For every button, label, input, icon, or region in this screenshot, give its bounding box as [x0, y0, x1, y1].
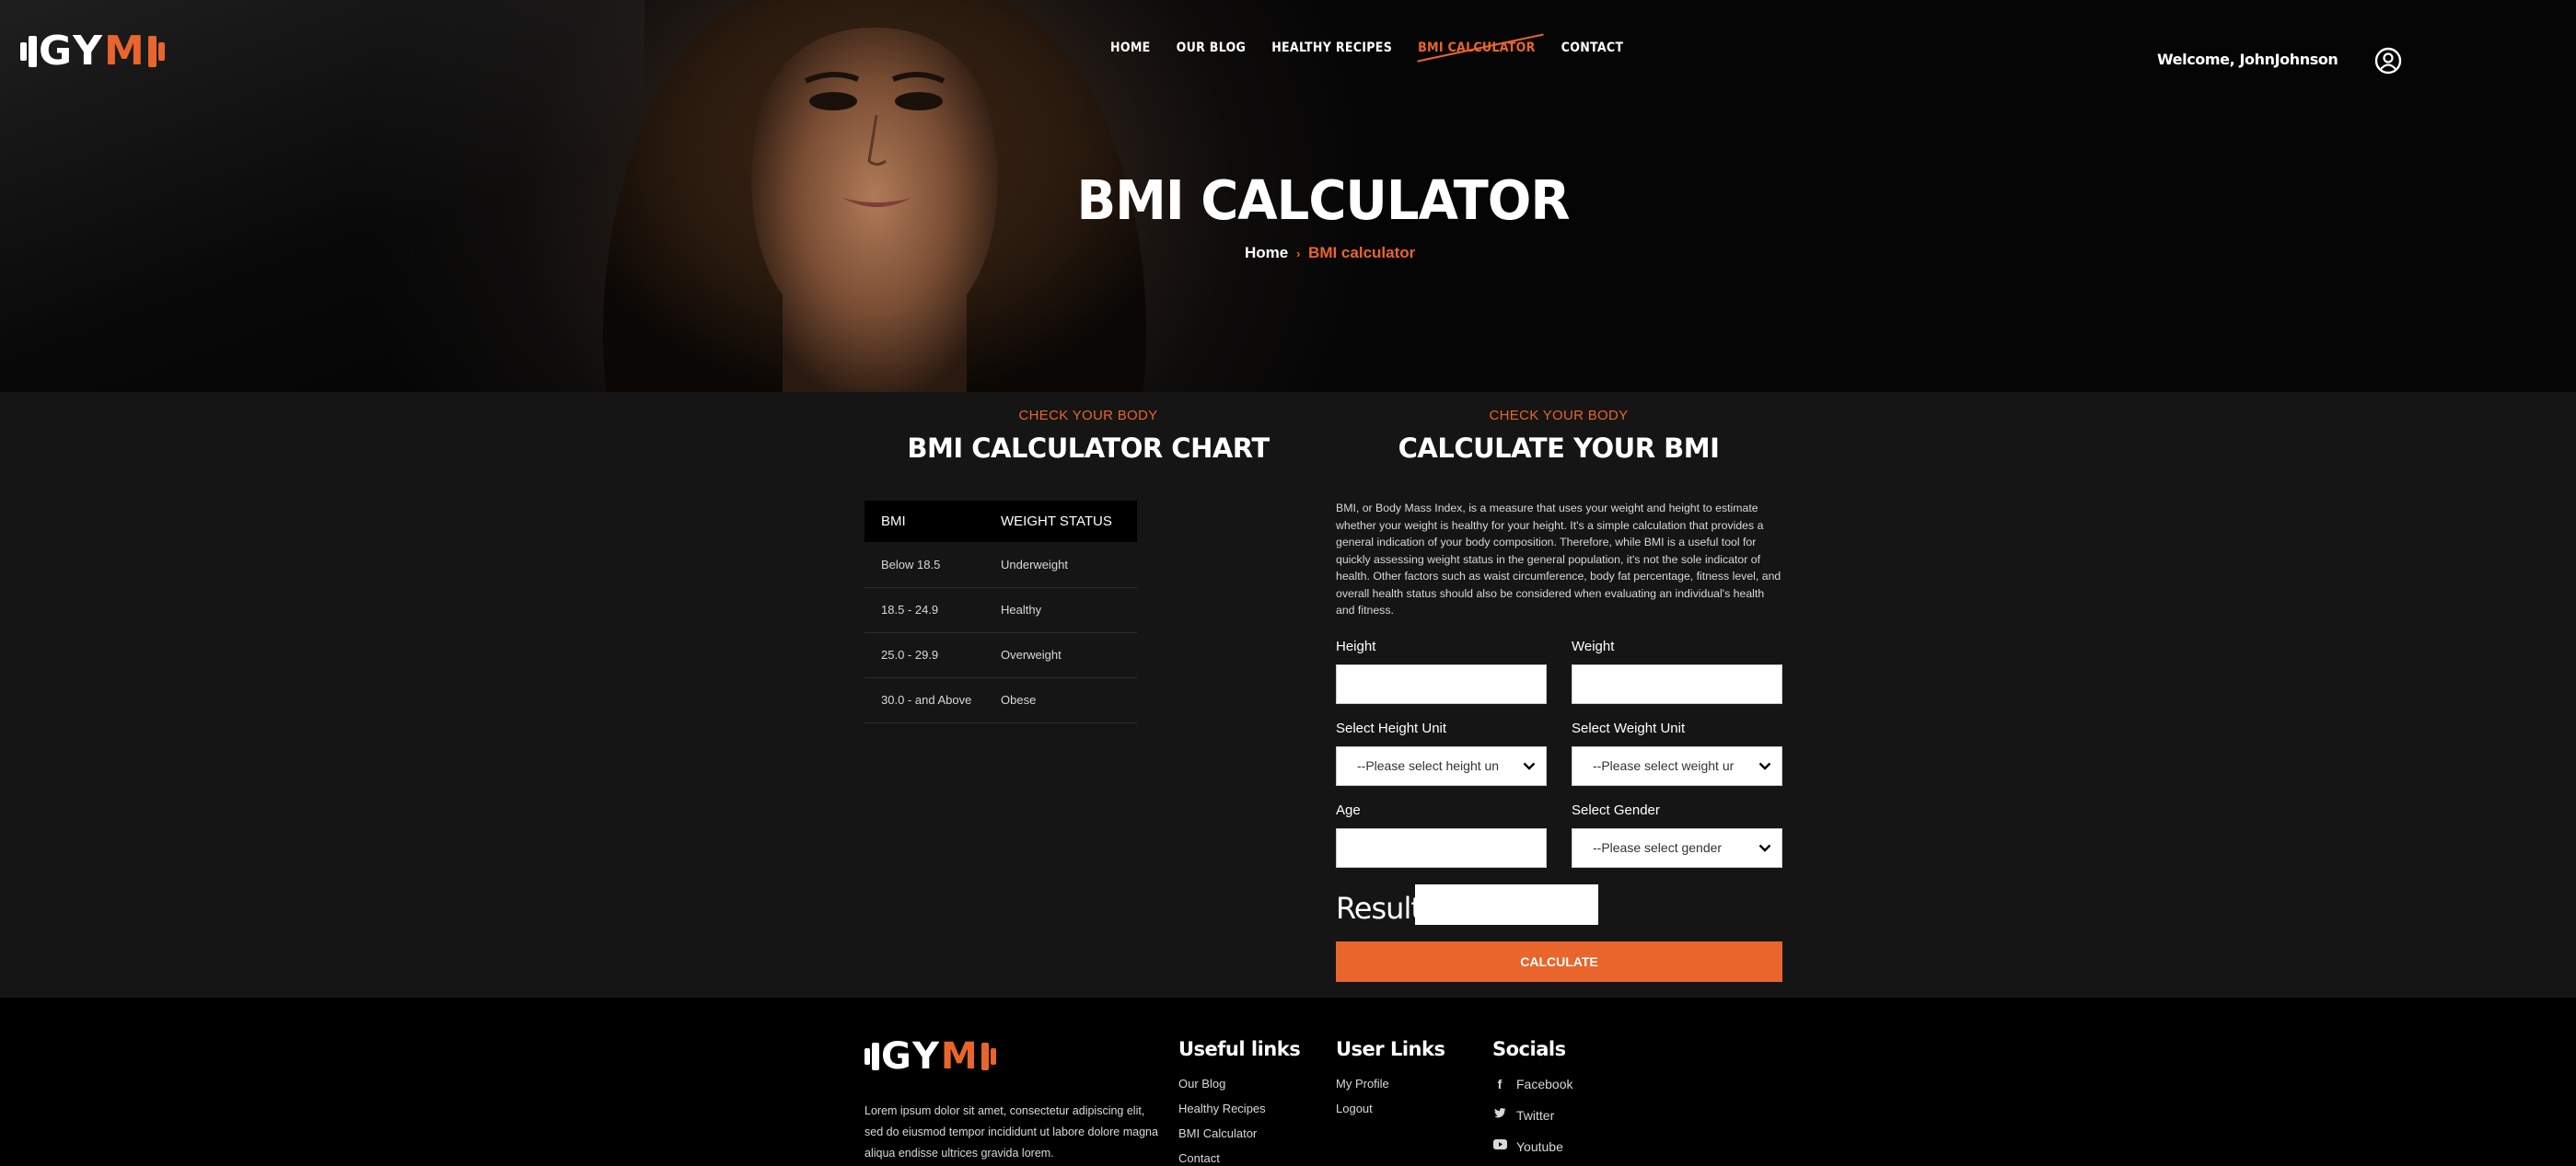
logo-accent-text: M: [104, 28, 146, 75]
breadcrumb-separator: ›: [1295, 247, 1301, 260]
dumbbell-icon: [864, 1043, 881, 1070]
weight-status-cell: Healthy: [1001, 587, 1137, 633]
age-input[interactable]: [1336, 828, 1547, 868]
table-row: 18.5 - 24.9 Healthy: [864, 587, 1137, 633]
socials-list: f Facebook Twitter Youtube: [1492, 1077, 1572, 1166]
social-youtube-link[interactable]: Youtube: [1492, 1139, 1572, 1166]
user-account-icon[interactable]: [2373, 46, 2403, 75]
site-logo[interactable]: GY M: [20, 28, 167, 75]
logo-text: GY: [881, 1035, 941, 1078]
social-label: Twitter: [1516, 1108, 1555, 1123]
logo-accent-text: M: [940, 1035, 980, 1078]
weight-unit-select[interactable]: --Please select weight ur: [1572, 746, 1782, 786]
height-input[interactable]: [1336, 664, 1547, 704]
bmi-range-cell: 30.0 - and Above: [864, 677, 1001, 723]
hero-banner: GY M HOME OUR BLOG HEALTHY RECIPES BMI C…: [0, 0, 2576, 392]
height-label: Height: [1336, 639, 1376, 654]
weight-status-cell: Obese: [1001, 677, 1137, 723]
footer-link-logout[interactable]: Logout: [1336, 1102, 1389, 1126]
weight-unit-value: --Please select weight ur: [1593, 758, 1735, 773]
chart-eyebrow: CHECK YOUR BODY: [1018, 408, 1158, 423]
result-output: [1415, 884, 1598, 925]
logo-text: GY: [39, 28, 105, 75]
bmi-range-cell: 18.5 - 24.9: [864, 587, 1001, 633]
page-title: BMI CALCULATOR: [1076, 169, 1570, 233]
form-eyebrow: CHECK YOUR BODY: [1489, 408, 1629, 423]
bmi-description: BMI, or Body Mass Index, is a measure th…: [1336, 502, 1781, 617]
useful-links-title: Useful links: [1178, 1038, 1301, 1060]
footer-link-contact[interactable]: Contact: [1178, 1151, 1266, 1166]
chart-title: BMI CALCULATOR CHART: [907, 433, 1270, 464]
footer-about-text: Lorem ipsum dolor sit amet, consectetur …: [864, 1104, 1158, 1160]
weight-status-cell: Underweight: [1001, 542, 1137, 588]
footer-link-bmi-calculator[interactable]: BMI Calculator: [1178, 1126, 1266, 1151]
footer-link-our-blog[interactable]: Our Blog: [1178, 1077, 1266, 1102]
calculate-button[interactable]: CALCULATE: [1336, 941, 1782, 982]
site-footer: [0, 998, 2576, 1166]
socials-title: Socials: [1492, 1038, 1566, 1060]
column-header-weight-status: WEIGHT STATUS: [1001, 501, 1137, 542]
user-links-list: My Profile Logout: [1336, 1077, 1389, 1126]
user-links-title: User Links: [1336, 1038, 1445, 1060]
nav-contact[interactable]: CONTACT: [1561, 40, 1624, 55]
gender-value: --Please select gender: [1593, 840, 1723, 855]
footer-link-my-profile[interactable]: My Profile: [1336, 1077, 1389, 1102]
dumbbell-icon: [20, 35, 39, 67]
gender-select[interactable]: --Please select gender: [1572, 828, 1782, 868]
table-row: Below 18.5 Underweight: [864, 542, 1137, 588]
social-label: Facebook: [1516, 1077, 1573, 1091]
dumbbell-icon: [980, 1043, 998, 1070]
youtube-icon: [1492, 1139, 1507, 1149]
age-label: Age: [1336, 802, 1361, 818]
column-header-bmi: BMI: [864, 501, 1001, 542]
weight-label: Weight: [1572, 639, 1615, 654]
breadcrumb-home[interactable]: Home: [1245, 244, 1288, 261]
bmi-chart-table: BMI WEIGHT STATUS Below 18.5 Underweight…: [864, 501, 1137, 723]
chevron-down-icon: [1748, 747, 1781, 785]
nav-bmi-calculator[interactable]: BMI CALCULATOR: [1418, 40, 1536, 55]
bmi-range-cell: Below 18.5: [864, 542, 1001, 588]
height-unit-value: --Please select height un: [1357, 758, 1500, 773]
table-header-row: BMI WEIGHT STATUS: [864, 501, 1137, 542]
twitter-icon: [1492, 1108, 1507, 1118]
welcome-text: Welcome, JohnJohnson: [2157, 51, 2338, 68]
chevron-down-icon: [1513, 747, 1546, 785]
table-row: 30.0 - and Above Obese: [864, 677, 1137, 723]
table-row: 25.0 - 29.9 Overweight: [864, 632, 1137, 678]
footer-link-healthy-recipes[interactable]: Healthy Recipes: [1178, 1102, 1266, 1126]
nav-healthy-recipes[interactable]: HEALTHY RECIPES: [1271, 40, 1392, 55]
social-facebook-link[interactable]: f Facebook: [1492, 1077, 1573, 1108]
footer-logo[interactable]: GY M: [864, 1035, 998, 1078]
bmi-range-cell: 25.0 - 29.9: [864, 632, 1001, 678]
gender-label: Select Gender: [1572, 802, 1660, 818]
dumbbell-icon: [146, 35, 167, 67]
breadcrumb-current: BMI calculator: [1308, 244, 1416, 261]
height-unit-label: Select Height Unit: [1336, 721, 1447, 736]
weight-unit-label: Select Weight Unit: [1572, 721, 1686, 736]
facebook-icon: f: [1497, 1077, 1503, 1091]
nav-our-blog[interactable]: OUR BLOG: [1177, 40, 1247, 55]
weight-input[interactable]: [1572, 664, 1782, 704]
weight-status-cell: Overweight: [1001, 632, 1137, 678]
social-label: Youtube: [1516, 1139, 1563, 1154]
useful-links-list: Our Blog Healthy Recipes BMI Calculator …: [1178, 1077, 1266, 1166]
main-nav: HOME OUR BLOG HEALTHY RECIPES BMI CALCUL…: [1110, 40, 1623, 55]
nav-home[interactable]: HOME: [1110, 40, 1151, 55]
form-title: CALCULATE YOUR BMI: [1398, 433, 1720, 464]
social-twitter-link[interactable]: Twitter: [1492, 1108, 1572, 1139]
chevron-down-icon: [1748, 829, 1781, 867]
breadcrumb: Home › BMI calculator: [1245, 244, 1415, 262]
height-unit-select[interactable]: --Please select height un: [1336, 746, 1547, 786]
